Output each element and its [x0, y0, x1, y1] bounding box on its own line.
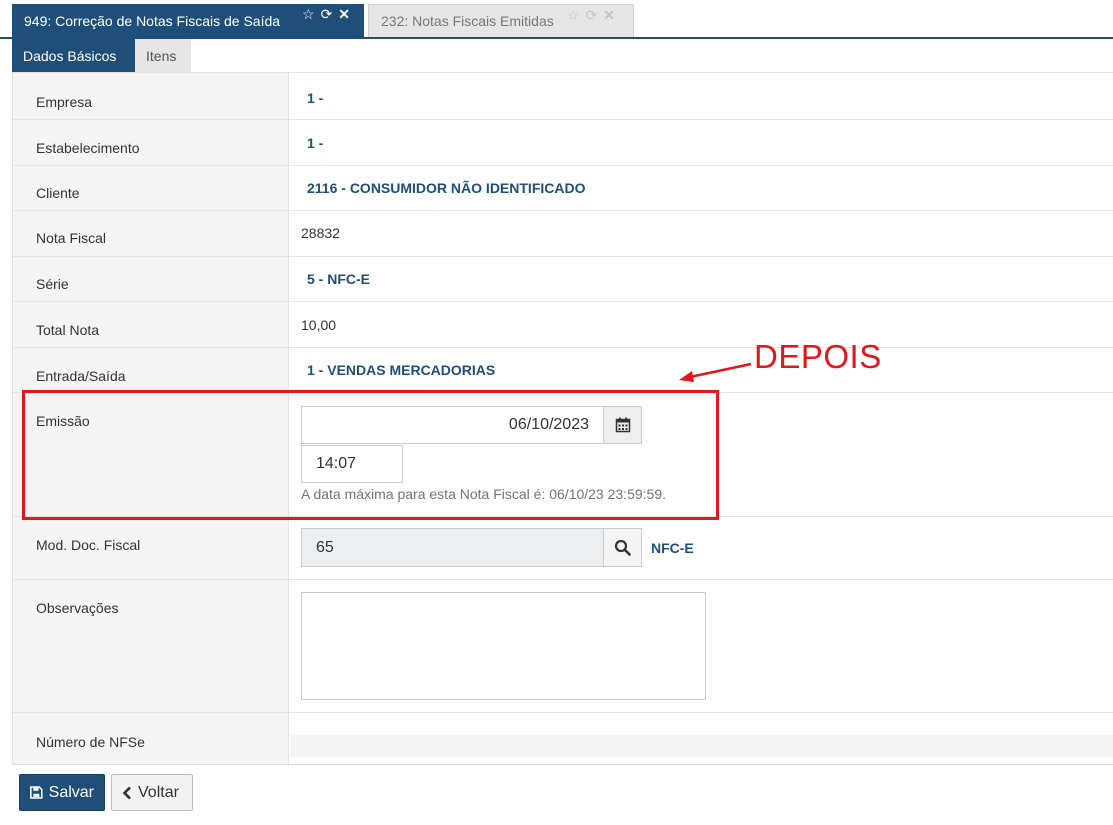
tab-correcao-notas-fiscais[interactable]: 949: Correção de Notas Fiscais de Saída … [12, 4, 364, 37]
back-button-label: Voltar [138, 783, 179, 801]
field-row-emissao: Emissão 06/10/2023 14:07 A data máxima p… [13, 393, 1113, 517]
floppy-disk-icon [30, 786, 43, 799]
field-label: Emissão [36, 413, 90, 429]
chevron-left-icon [122, 786, 131, 799]
field-label: Mod. Doc. Fiscal [36, 537, 141, 553]
field-row-observacoes: Observações [13, 580, 1113, 713]
field-row-cliente: Cliente 2116 - CONSUMIDOR NÃO IDENTIFICA… [13, 166, 1113, 211]
field-row-estabelecimento: Estabelecimento 1 - [13, 120, 1113, 166]
field-row-nota-fiscal: Nota Fiscal 28832 [13, 211, 1113, 257]
star-icon[interactable]: ☆ [302, 6, 315, 23]
field-row-entrada-saida: Entrada/Saída 1 - VENDAS MERCADORIAS [13, 348, 1113, 393]
emissao-time-input[interactable]: 14:07 [301, 445, 403, 483]
search-icon [614, 539, 631, 556]
calendar-button[interactable] [603, 406, 642, 444]
mod-doc-fiscal-description[interactable]: NFC-E [651, 540, 694, 556]
estabelecimento-value[interactable]: 1 - [307, 135, 323, 151]
refresh-icon[interactable]: ⟳ [321, 6, 333, 23]
empresa-value[interactable]: 1 - [307, 90, 323, 106]
form-panel: Empresa 1 - Estabelecimento 1 - Cliente … [12, 72, 1113, 764]
field-label: Série [36, 276, 69, 292]
field-label: Empresa [36, 94, 93, 110]
field-row-total-nota: Total Nota 10,00 [13, 302, 1113, 348]
nota-fiscal-value: 28832 [301, 225, 340, 241]
form-footer: Salvar Voltar [12, 764, 1113, 825]
form-subtabs: Dados Básicos Itens [12, 39, 191, 72]
emissao-date-input[interactable]: 06/10/2023 [301, 406, 604, 444]
tab-label: 232: Notas Fiscais Emitidas [381, 13, 554, 29]
annotation-label: DEPOIS [754, 338, 882, 375]
field-label: Nota Fiscal [36, 230, 107, 246]
tab-notas-fiscais-emitidas[interactable]: 232: Notas Fiscais Emitidas ☆ ⟳ ✕ [368, 4, 634, 37]
serie-value[interactable]: 5 - NFC-E [307, 271, 370, 287]
entrada-saida-value[interactable]: 1 - VENDAS MERCADORIAS [307, 362, 495, 378]
annotation-arrow-icon [679, 362, 752, 382]
back-button[interactable]: Voltar [111, 774, 193, 811]
field-label: Cliente [36, 185, 80, 201]
observacoes-textarea[interactable] [301, 592, 706, 700]
field-row-numero-nfse: Número de NFSe [13, 713, 1113, 764]
mod-doc-fiscal-input[interactable]: 65 [301, 528, 604, 567]
field-label: Entrada/Saída [36, 368, 126, 384]
search-button[interactable] [603, 528, 642, 567]
tab-dados-basicos[interactable]: Dados Básicos [12, 39, 135, 72]
total-nota-value: 10,00 [301, 317, 337, 333]
field-label: Estabelecimento [36, 140, 140, 156]
field-label: Observações [36, 600, 119, 616]
field-row-mod-doc-fiscal: Mod. Doc. Fiscal 65 NFC-E [13, 517, 1113, 580]
field-label: Total Nota [36, 322, 100, 338]
close-icon[interactable]: ✕ [603, 7, 615, 24]
refresh-icon[interactable]: ⟳ [586, 7, 598, 24]
tab-itens[interactable]: Itens [135, 39, 191, 72]
field-label: Número de NFSe [36, 734, 145, 750]
star-icon[interactable]: ☆ [567, 7, 580, 24]
cliente-value[interactable]: 2116 - CONSUMIDOR NÃO IDENTIFICADO [307, 180, 585, 196]
save-button[interactable]: Salvar [19, 774, 105, 811]
field-row-serie: Série 5 - NFC-E [13, 257, 1113, 302]
close-icon[interactable]: ✕ [338, 6, 350, 23]
tab-label: 949: Correção de Notas Fiscais de Saída [24, 12, 281, 29]
window-tab-bar: 949: Correção de Notas Fiscais de Saída … [0, 0, 1113, 39]
calendar-icon [615, 417, 630, 433]
field-row-empresa: Empresa 1 - [13, 73, 1113, 120]
save-button-label: Salvar [48, 783, 94, 801]
emissao-help-text: A data máxima para esta Nota Fiscal é: 0… [301, 486, 666, 502]
